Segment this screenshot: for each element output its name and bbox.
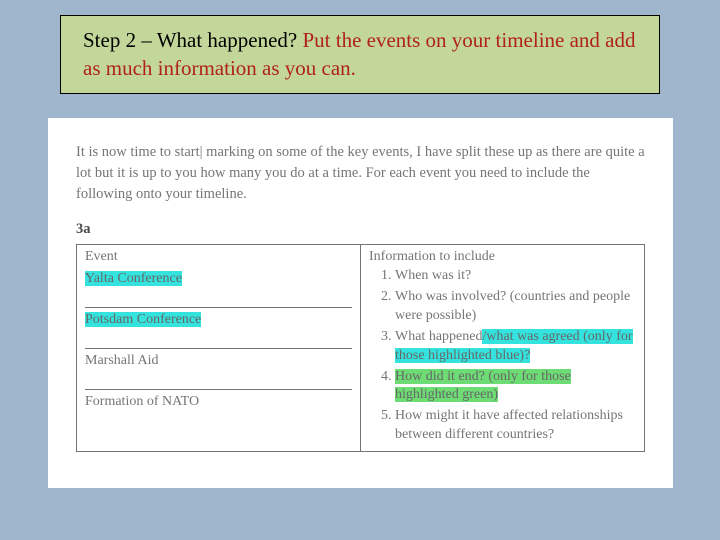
title-box: Step 2 – What happened? Put the events o… [60, 15, 660, 94]
q3-plain: What happened [395, 329, 482, 344]
table-row: Marshall Aid [85, 349, 352, 390]
title-plain: Step 2 – What happened? [83, 28, 302, 52]
list-item: Who was involved? (countries and people … [395, 288, 636, 326]
table-row: Formation of NATO [85, 390, 352, 430]
info-header: Information to include [369, 249, 636, 265]
document-panel: It is now time to start| marking on some… [48, 118, 673, 488]
info-column: Information to include When was it? Who … [361, 245, 645, 452]
list-item: How did it end? (only for those highligh… [395, 368, 636, 406]
event-marshall: Marshall Aid [85, 353, 159, 368]
events-table: Event Yalta Conference Potsdam Conferenc… [76, 244, 645, 452]
section-label: 3a [76, 221, 645, 238]
table-row: Yalta Conference [85, 267, 352, 308]
slide: Step 2 – What happened? Put the events o… [0, 0, 720, 540]
list-item: When was it? [395, 267, 636, 286]
events-header: Event [85, 249, 352, 265]
events-column: Event Yalta Conference Potsdam Conferenc… [77, 245, 361, 452]
event-nato: Formation of NATO [85, 394, 199, 409]
title-text: Step 2 – What happened? Put the events o… [83, 26, 637, 83]
event-potsdam: Potsdam Conference [85, 312, 201, 327]
list-item: What happened/what was agreed (only for … [395, 328, 636, 366]
table-row: Potsdam Conference [85, 308, 352, 349]
intro-paragraph: It is now time to start| marking on some… [76, 142, 645, 205]
event-yalta: Yalta Conference [85, 271, 182, 286]
q4-highlight: How did it end? (only for those highligh… [395, 369, 571, 403]
list-item: How might it have affected relationships… [395, 407, 636, 445]
info-list: When was it? Who was involved? (countrie… [369, 267, 636, 445]
